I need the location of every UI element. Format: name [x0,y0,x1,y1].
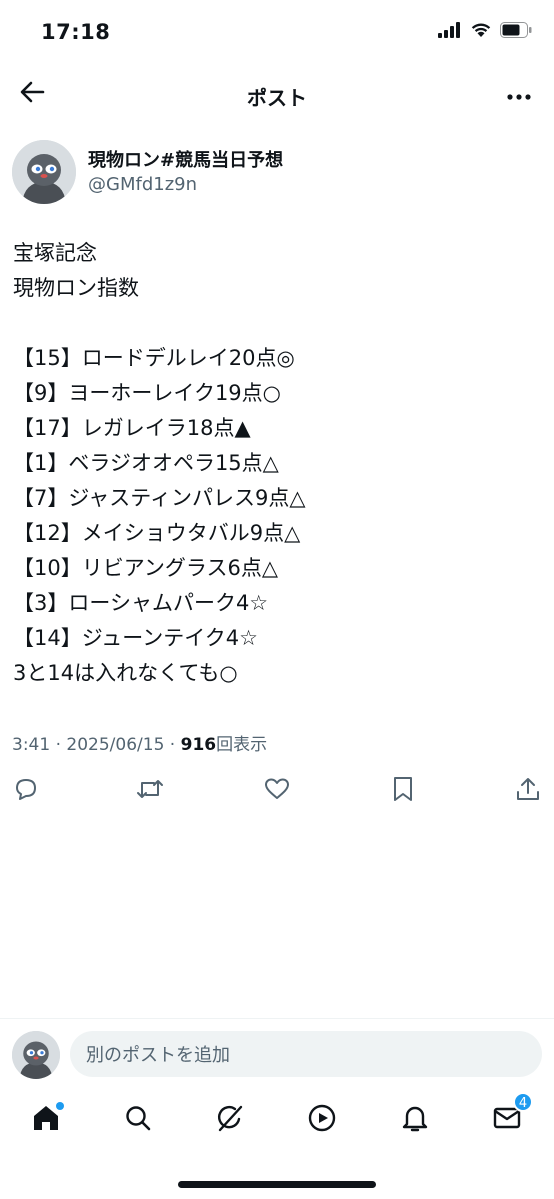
reply-icon [12,775,40,807]
post-text: 宝塚記念 現物ロン指数 【15】ロードデルレイ20点◎ 【9】ヨーホーレイク19… [13,236,543,691]
status-bar: 17:18 [0,0,554,66]
messages-badge: 4 [513,1092,533,1112]
status-time: 17:18 [41,20,111,44]
tab-bar: 4 [0,1090,554,1152]
meta-separator: · [169,735,176,755]
view-count[interactable]: 916 [181,735,217,755]
more-button[interactable] [502,78,536,112]
retweet-button[interactable] [135,776,165,806]
post-line: 【15】ロードデルレイ20点◎ [13,346,295,370]
like-icon [263,775,291,807]
post-line: 【7】ジャスティンパレス9点△ [13,486,306,510]
notifications-icon [401,1103,429,1137]
post-line: 現物ロン指数 [13,276,139,300]
bookmark-icon [391,775,415,807]
bookmark-button[interactable] [388,776,418,806]
tab-grok[interactable] [212,1102,248,1138]
status-icons [438,22,532,42]
tab-messages[interactable]: 4 [489,1092,533,1138]
author-name[interactable]: 現物ロン#競馬当日予想 [88,146,283,172]
post-line: 【1】ベラジオオペラ15点△ [13,451,279,475]
post-line: 【14】ジューンテイク4☆ [13,626,258,650]
post-line: 宝塚記念 [13,241,97,265]
reply-button[interactable] [11,776,41,806]
search-icon [124,1104,152,1136]
tab-notifications[interactable] [397,1102,433,1138]
reply-placeholder: 別のポストを追加 [86,1045,230,1066]
post-author: 現物ロン#競馬当日予想 @GMfd1z9n [12,140,542,206]
tab-search[interactable] [120,1102,156,1138]
reply-bar: 別のポストを追加 [0,1018,554,1090]
tab-home[interactable] [28,1102,64,1138]
avatar[interactable] [12,140,76,204]
post-line: 【3】ローシャムパーク4☆ [13,591,269,615]
meta-separator: · [55,735,61,755]
post-actions [0,772,554,812]
nav-bar: ポスト [0,66,554,122]
post-line: 【9】ヨーホーレイク19点○ [13,381,281,405]
retweet-icon [135,775,165,807]
view-count-label[interactable]: 回表示 [216,735,267,755]
home-notification-dot [56,1102,64,1110]
avatar [12,1031,60,1079]
post-time[interactable]: 3:41 [12,735,50,755]
post-line: 【10】リビアングラス6点△ [13,556,278,580]
post-line: 【17】レガレイラ18点▲ [13,416,251,440]
post-line: 【12】メイショウタバル9点△ [13,521,301,545]
signal-icon [438,22,462,42]
page-title: ポスト [247,86,307,110]
post-line [13,306,543,341]
more-icon [506,86,532,105]
post-meta: 3:41 · 2025/06/15 · 916回表示 [12,730,267,755]
like-button[interactable] [262,776,292,806]
home-indicator [178,1181,376,1188]
tab-video[interactable] [304,1102,340,1138]
post-date[interactable]: 2025/06/15 [66,735,164,755]
author-handle[interactable]: @GMfd1z9n [88,174,197,195]
share-icon [515,775,541,807]
wifi-icon [470,22,492,42]
video-icon [307,1103,337,1137]
post-line: 3と14は入れなくても○ [13,661,238,685]
share-button[interactable] [513,776,543,806]
reply-input[interactable]: 別のポストを追加 [70,1031,542,1077]
battery-icon [500,22,532,42]
grok-icon [215,1103,245,1137]
